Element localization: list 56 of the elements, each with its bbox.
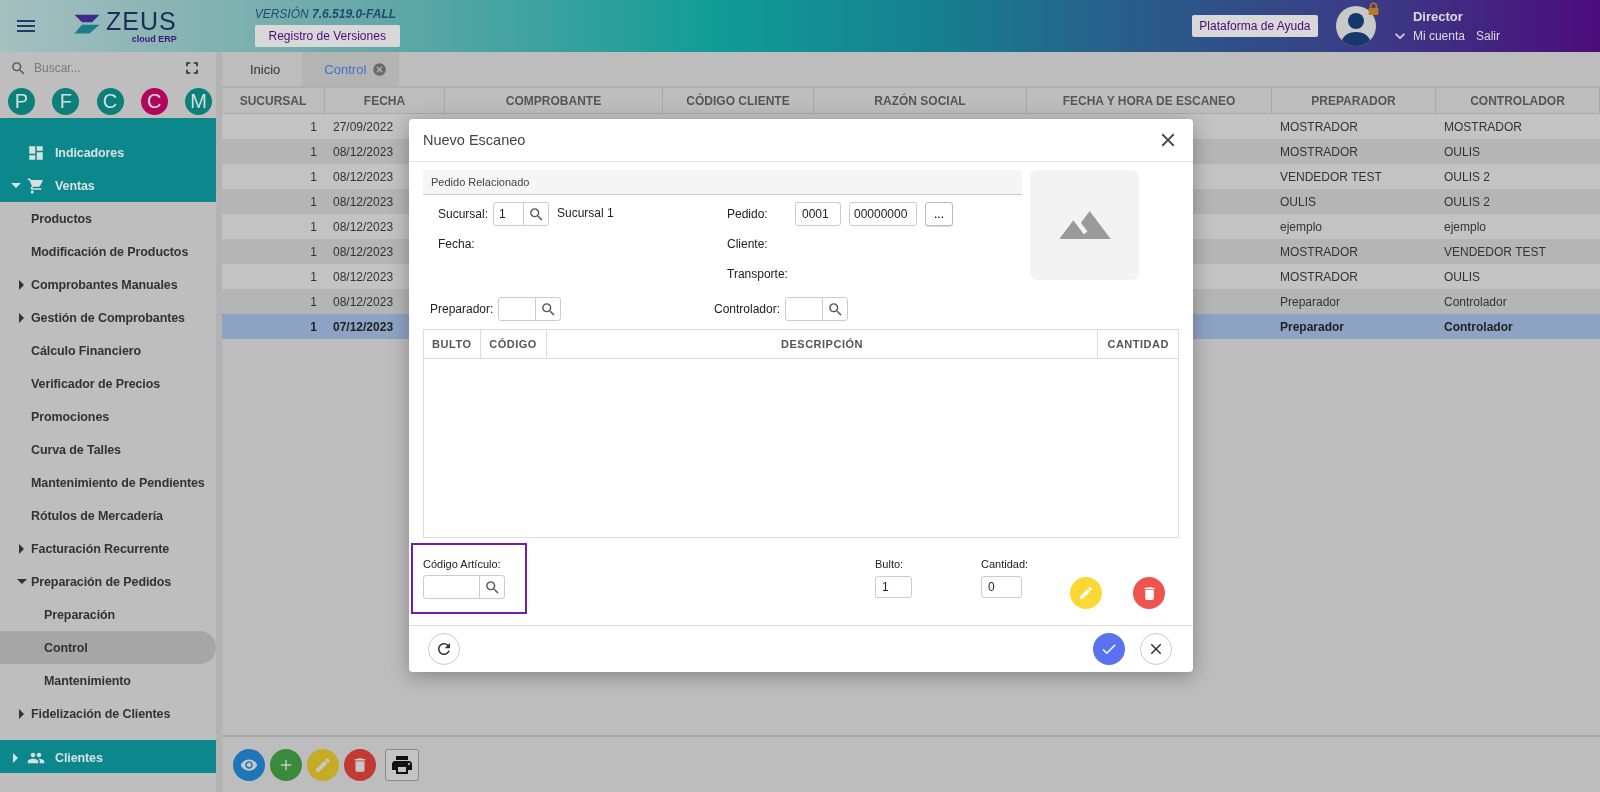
table-cell-text: ejemplo (1279, 219, 1324, 234)
table-cell-text: 1 (309, 244, 318, 259)
table-cell-text: 1 (309, 294, 318, 309)
field-label: Controlador: (714, 302, 781, 317)
field-label: Cantidad: (981, 558, 1029, 571)
table-cell-text: ejemplo (1443, 219, 1488, 234)
table-cell-text: Controlador (1443, 319, 1514, 334)
version-text: VERSIÓN 7.6.519.0-FALL (254, 7, 397, 21)
table-cell-text: Controlador (1443, 294, 1508, 309)
table-cell-text: OULIS (1279, 194, 1317, 209)
table-cell-text: 08/12/2023 (332, 269, 395, 284)
table-cell-text: 1 (309, 269, 318, 284)
table-cell-text: MOSTRADOR (1279, 244, 1359, 259)
section-header: Pedido Relacionado (423, 170, 1022, 196)
table-cell-text: 08/12/2023 (332, 219, 395, 234)
logo-title: ZEUS (106, 8, 177, 34)
field-label: Preparador: (430, 302, 494, 317)
table-cell-text: 07/12/2023 (332, 319, 395, 334)
table-cell-text: OULIS (1443, 269, 1481, 284)
column-header: CÓDIGO (480, 330, 547, 359)
table-cell-text: 08/12/2023 (332, 244, 395, 259)
table-cell-text: MOSTRADOR (1443, 119, 1523, 134)
table-cell-text: VENDEDOR TEST (1443, 244, 1547, 259)
table-cell-text: OULIS (1443, 144, 1481, 159)
logo-subtitle: cloud ERP (131, 34, 177, 44)
branch-name: Sucursal 1 (557, 205, 614, 221)
table-cell-text: 08/12/2023 (332, 294, 395, 309)
field-label: Bulto: (875, 558, 905, 571)
field-label: Cliente: (727, 237, 768, 252)
table-cell-text: 1 (309, 169, 318, 184)
dialog-title: Nuevo Escaneo (423, 132, 526, 149)
table-cell-text: MOSTRADOR (1279, 144, 1359, 159)
field-label: Fecha: (438, 237, 475, 252)
table-cell-text: 27/09/2022 (332, 119, 395, 134)
table-cell-text: 08/12/2023 (332, 144, 395, 159)
table-cell-text: Preparador (1279, 294, 1342, 309)
field-label: Transporte: (727, 267, 788, 282)
table-cell-text: VENDEDOR TEST (1279, 169, 1383, 184)
table-cell-text: MOSTRADOR (1279, 269, 1359, 284)
field-label: Pedido: (727, 207, 769, 222)
table-cell-text: 1 (309, 119, 318, 134)
table-cell-text: 1 (309, 219, 318, 234)
table-cell-text: MOSTRADOR (1279, 119, 1359, 134)
table-cell-text: Preparador (1279, 319, 1346, 334)
column-header: CANTIDAD (1097, 330, 1178, 359)
field-label: Código Artículo: (423, 558, 502, 571)
table-cell-text: OULIS 2 (1443, 169, 1492, 184)
field-label: Sucursal: (438, 207, 490, 222)
table-cell-text: 1 (309, 194, 318, 209)
table-cell-text: 08/12/2023 (332, 194, 395, 209)
user-name: Director (1412, 8, 1464, 24)
table-cell-text: OULIS 2 (1443, 194, 1492, 209)
table-cell-text: 1 (309, 319, 318, 334)
column-header: DESCRIPCIÓN (546, 330, 1098, 359)
column-header: BULTO (424, 330, 481, 359)
table-cell-text: 1 (309, 144, 318, 159)
